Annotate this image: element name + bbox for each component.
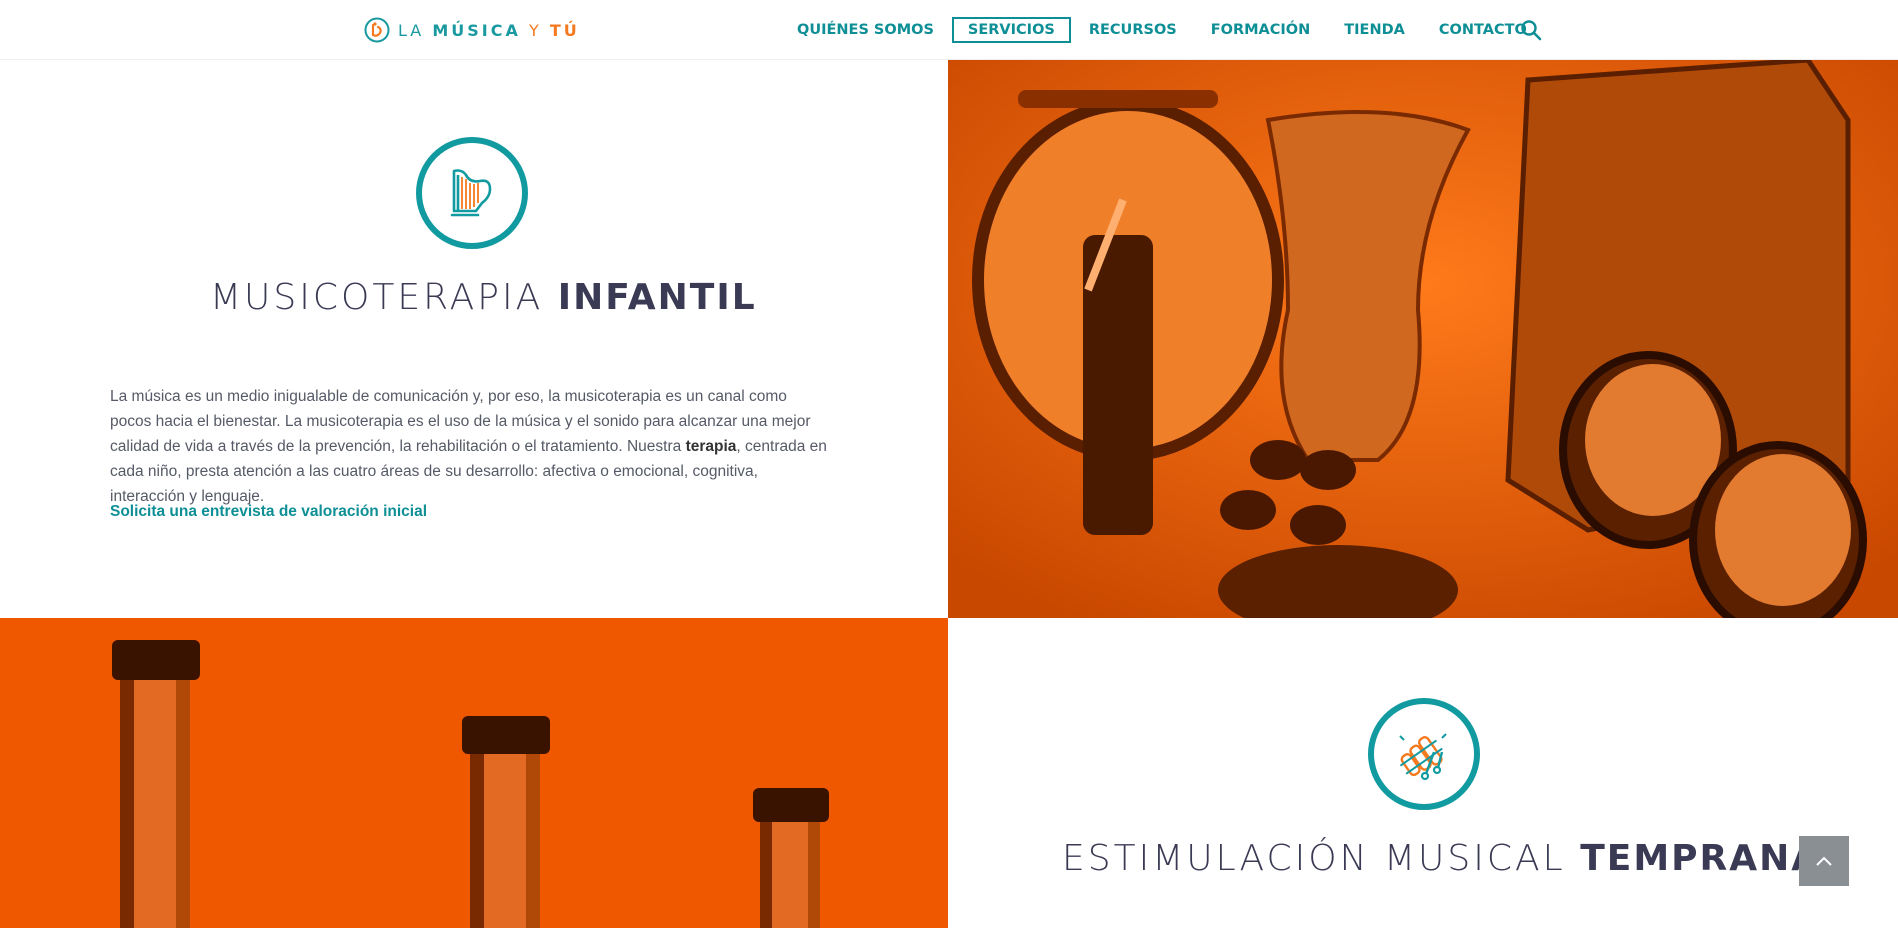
title-light: MUSICOTERAPIA [210,277,544,318]
site-logo[interactable]: LA MÚSICA Y TÚ [364,17,580,43]
nav-quienes-somos[interactable]: QUIÉNES SOMOS [781,17,950,43]
logo-text: LA MÚSICA Y TÚ [398,21,580,40]
valoracion-link[interactable]: Solicita una entrevista de valoración in… [110,503,427,521]
xylophone-icon [1368,698,1480,810]
nav-tienda[interactable]: TIENDA [1328,17,1421,43]
paragraph-bold: terapia [685,438,737,455]
logo-y: Y [528,20,542,40]
main-nav: QUIÉNES SOMOS SERVICIOS RECURSOS FORMACI… [780,15,1544,45]
section-title-musicoterapia: MUSICOTERAPIA INFANTIL [210,277,757,318]
logo-la: LA [398,20,425,40]
logo-icon [364,17,390,43]
site-header: LA MÚSICA Y TÚ QUIÉNES SOMOS SERVICIOS R… [0,0,1898,60]
scroll-top-button[interactable] [1799,836,1849,886]
title2-light: ESTIMULACIÓN MUSICAL [1062,838,1566,879]
logo-tu: TÚ [549,20,580,40]
percussion-instruments-photo [948,60,1898,618]
chevron-up-icon [1816,856,1832,866]
intro-paragraph: La música es un medio inigualable de com… [110,384,830,509]
section-title-estimulacion: ESTIMULACIÓN MUSICAL TEMPRANA [1062,838,1821,879]
search-icon[interactable] [1520,19,1542,41]
title-bold: INFANTIL [557,277,757,318]
nav-formacion[interactable]: FORMACIÓN [1195,17,1327,43]
harp-icon [416,137,528,249]
pipes-photo [0,618,948,928]
logo-musica: MÚSICA [432,20,521,40]
title2-bold: TEMPRANA [1580,838,1822,879]
nav-servicios[interactable]: SERVICIOS [951,17,1071,43]
nav-recursos[interactable]: RECURSOS [1073,17,1193,43]
